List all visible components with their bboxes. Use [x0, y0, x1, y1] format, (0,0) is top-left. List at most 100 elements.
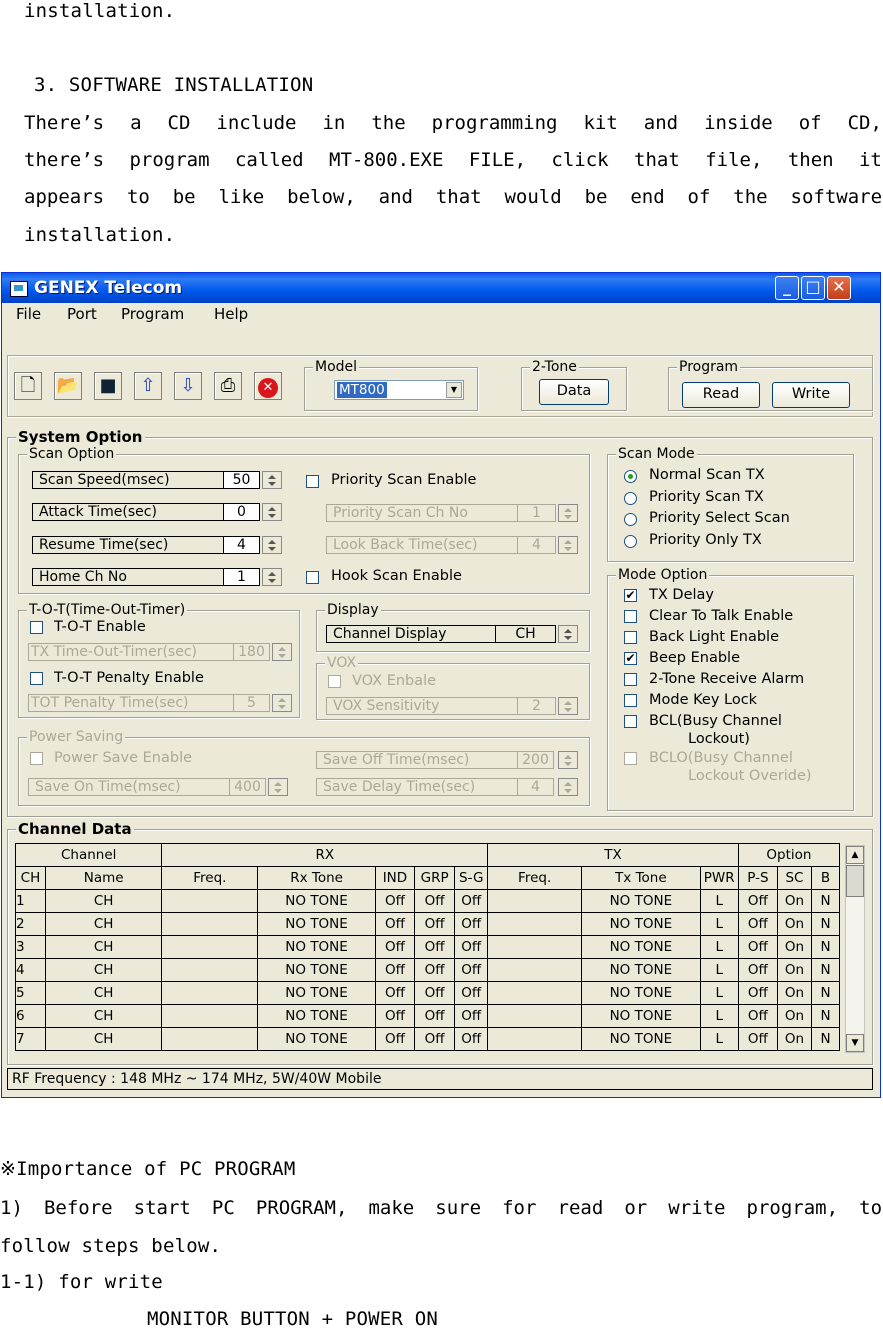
table-cell[interactable]: CH	[44, 1027, 163, 1051]
column-header[interactable]: P-S	[737, 866, 778, 890]
table-cell[interactable]: Off	[454, 981, 489, 1005]
scroll-down-button[interactable]: ▼	[846, 1034, 864, 1052]
channel-display-value[interactable]: CH	[496, 625, 556, 643]
minimize-button[interactable]: _	[775, 276, 799, 300]
table-cell[interactable]: L	[699, 981, 739, 1005]
table-cell[interactable]: 6	[15, 1004, 46, 1028]
home-ch-value[interactable]: 1	[224, 568, 260, 586]
table-cell[interactable]: NO TONE	[257, 1004, 376, 1028]
attack-time-value[interactable]: 0	[224, 503, 260, 521]
table-cell[interactable]: Off	[737, 935, 778, 959]
table-cell[interactable]	[161, 912, 259, 936]
new-file-button[interactable]: 🗋	[14, 372, 42, 400]
table-cell[interactable]	[161, 889, 259, 913]
menu-program[interactable]: Program	[121, 305, 184, 323]
table-cell[interactable]	[487, 935, 583, 959]
table-cell[interactable]: Off	[454, 912, 489, 936]
table-cell[interactable]: Off	[414, 912, 456, 936]
table-cell[interactable]: N	[811, 1004, 840, 1028]
table-cell[interactable]: CH	[44, 912, 163, 936]
column-header[interactable]: SC	[776, 866, 813, 890]
table-cell[interactable]: L	[699, 889, 739, 913]
table-cell[interactable]: Off	[454, 935, 489, 959]
table-cell[interactable]: On	[776, 912, 813, 936]
table-cell[interactable]: N	[811, 912, 840, 936]
table-scrollbar[interactable]: ▲ ▼	[845, 845, 865, 1053]
scan-mode-radio-priority[interactable]	[624, 492, 637, 505]
table-cell[interactable]: Off	[454, 1004, 489, 1028]
table-cell[interactable]: Off	[737, 1027, 778, 1051]
table-cell[interactable]: NO TONE	[257, 981, 376, 1005]
table-cell[interactable]: Off	[414, 889, 456, 913]
tx-delay-checkbox[interactable]: ✔	[624, 589, 637, 602]
beep-enable-checkbox[interactable]: ✔	[624, 652, 637, 665]
menu-help[interactable]: Help	[214, 305, 248, 323]
table-cell[interactable]: Off	[374, 958, 416, 982]
chevron-down-icon[interactable]: ▼	[446, 382, 462, 398]
hook-scan-enable-checkbox[interactable]	[306, 571, 319, 584]
table-cell[interactable]: Off	[374, 889, 416, 913]
menu-file[interactable]: File	[16, 305, 41, 323]
model-select[interactable]: MT800 ▼	[334, 380, 464, 400]
table-cell[interactable]: L	[699, 958, 739, 982]
table-cell[interactable]: Off	[374, 981, 416, 1005]
open-button[interactable]: 📂	[54, 372, 82, 400]
table-row[interactable]: 5 CH NO TONE Off Off Off NO TONE L Off On N	[15, 981, 840, 1005]
attack-time-spinner[interactable]	[262, 503, 282, 521]
table-row[interactable]: 1 CH NO TONE Off Off Off NO TONE L Off On N	[15, 889, 840, 913]
table-cell[interactable]: N	[811, 889, 840, 913]
mode-key-lock-checkbox[interactable]	[624, 694, 637, 707]
column-header[interactable]: Name	[44, 866, 163, 890]
table-cell[interactable]	[487, 912, 583, 936]
table-cell[interactable]	[161, 958, 259, 982]
write-button[interactable]: Write	[772, 382, 850, 408]
resume-time-value[interactable]: 4	[224, 536, 260, 554]
table-cell[interactable]	[487, 889, 583, 913]
table-cell[interactable]: 3	[15, 935, 46, 959]
table-cell[interactable]: CH	[44, 889, 163, 913]
scan-mode-radio-priority-only[interactable]	[624, 535, 637, 548]
priority-scan-enable-checkbox[interactable]	[306, 475, 319, 488]
table-cell[interactable]: CH	[44, 958, 163, 982]
table-cell[interactable]: 1	[15, 889, 46, 913]
table-cell[interactable]: NO TONE	[581, 1004, 701, 1028]
table-cell[interactable]: NO TONE	[257, 958, 376, 982]
resume-time-spinner[interactable]	[262, 536, 282, 554]
table-cell[interactable]: 5	[15, 981, 46, 1005]
table-cell[interactable]: NO TONE	[257, 889, 376, 913]
download-button[interactable]: ⇩	[174, 372, 202, 400]
table-cell[interactable]: Off	[414, 958, 456, 982]
table-cell[interactable]: L	[699, 935, 739, 959]
table-cell[interactable]: Off	[737, 889, 778, 913]
column-header[interactable]: B	[811, 866, 840, 890]
column-header[interactable]: CH	[15, 866, 46, 890]
scan-mode-radio-priority-select[interactable]	[624, 513, 637, 526]
table-cell[interactable]: Off	[414, 1027, 456, 1051]
table-cell[interactable]: L	[699, 912, 739, 936]
exit-button[interactable]: ✕	[254, 372, 282, 400]
table-cell[interactable]: NO TONE	[581, 889, 701, 913]
table-cell[interactable]: Off	[454, 958, 489, 982]
table-cell[interactable]: NO TONE	[581, 935, 701, 959]
read-button[interactable]: Read	[682, 382, 760, 408]
table-cell[interactable]: On	[776, 981, 813, 1005]
menu-port[interactable]: Port	[67, 305, 97, 323]
table-cell[interactable]: Off	[374, 935, 416, 959]
table-cell[interactable]: NO TONE	[581, 981, 701, 1005]
table-cell[interactable]: Off	[374, 1004, 416, 1028]
table-row[interactable]: 2 CH NO TONE Off Off Off NO TONE L Off On N	[15, 912, 840, 936]
column-header[interactable]: Freq.	[161, 866, 259, 890]
table-cell[interactable]: L	[699, 1004, 739, 1028]
table-cell[interactable]: Off	[374, 912, 416, 936]
save-button[interactable]: ■	[94, 372, 122, 400]
table-row[interactable]: 6 CH NO TONE Off Off Off NO TONE L Off On N	[15, 1004, 840, 1028]
tot-enable-checkbox[interactable]	[30, 621, 43, 634]
table-cell[interactable]: Off	[737, 981, 778, 1005]
table-cell[interactable]: Off	[374, 1027, 416, 1051]
table-cell[interactable]: Off	[414, 981, 456, 1005]
back-light-checkbox[interactable]	[624, 631, 637, 644]
table-cell[interactable]: Off	[737, 958, 778, 982]
table-cell[interactable]: CH	[44, 935, 163, 959]
scan-speed-value[interactable]: 50	[224, 471, 260, 489]
table-cell[interactable]: 2	[15, 912, 46, 936]
